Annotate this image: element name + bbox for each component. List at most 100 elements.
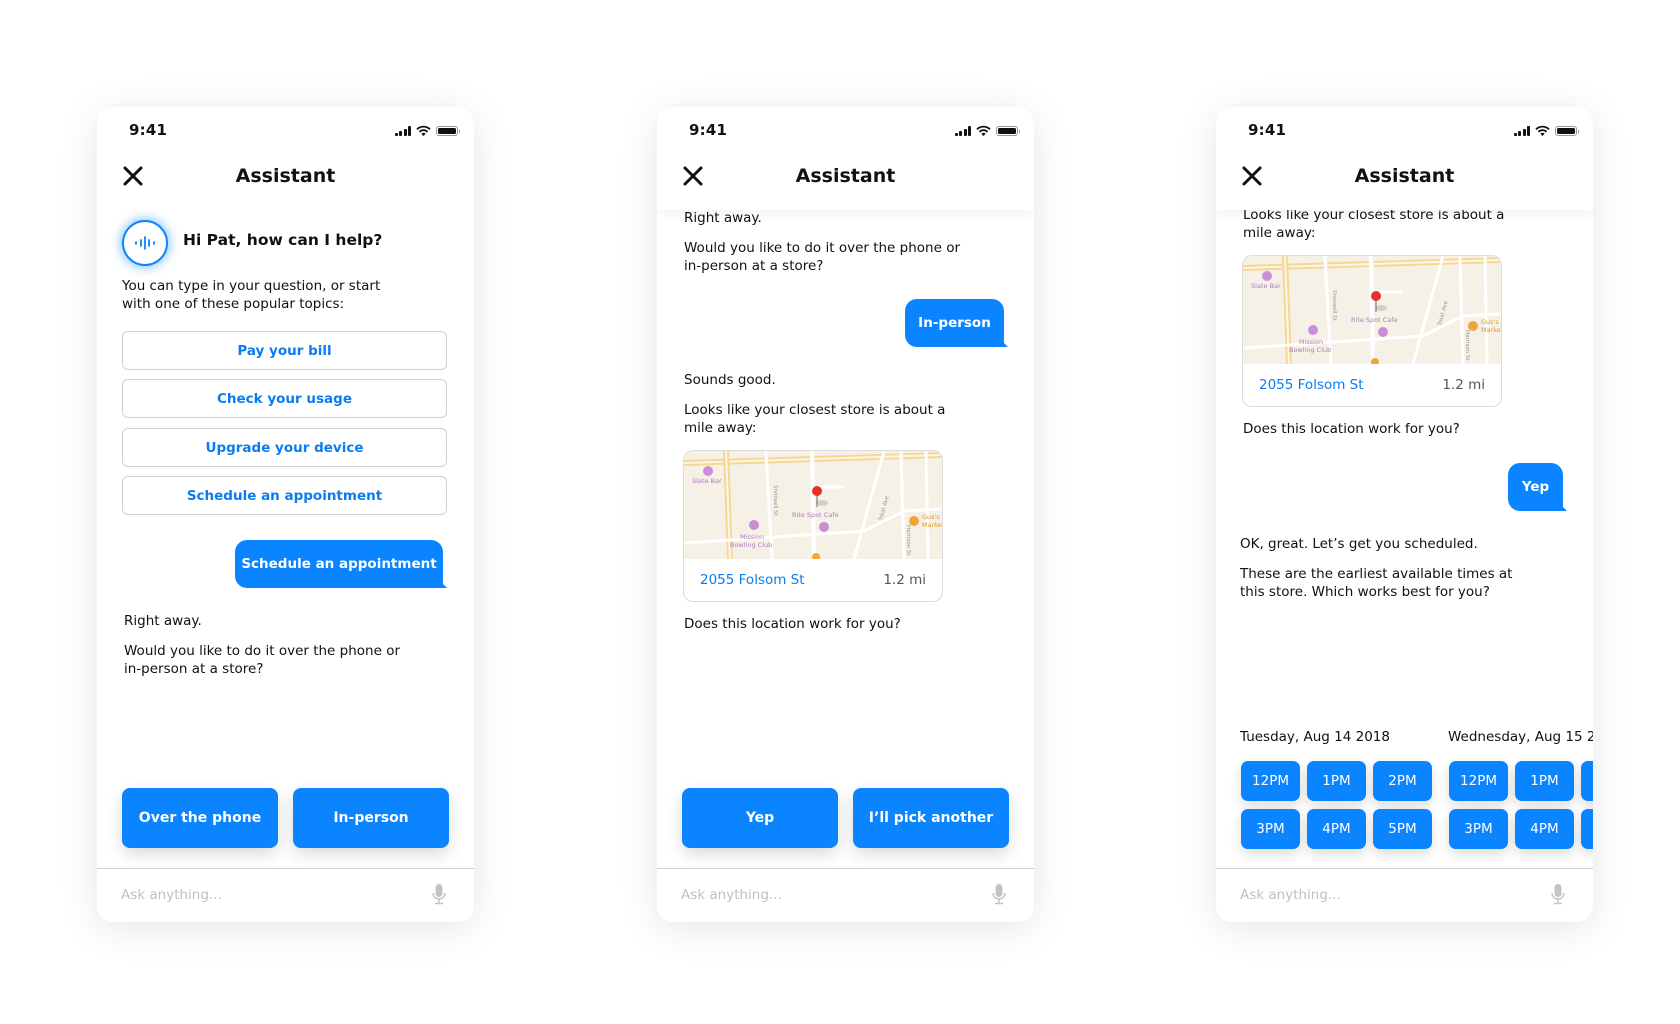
in-person-button[interactable]: In-person bbox=[293, 788, 449, 848]
assistant-message-line-2: this store. Which works best for you? bbox=[1240, 584, 1490, 600]
page-title: Assistant bbox=[235, 165, 336, 187]
battery-icon bbox=[436, 125, 460, 136]
intro-text-line-2: with one of these popular topics: bbox=[122, 296, 345, 312]
map-label-harrison-st: Harrison St bbox=[1464, 330, 1470, 361]
microphone-icon[interactable] bbox=[1551, 883, 1565, 905]
battery-icon bbox=[996, 125, 1020, 136]
time-slot-button[interactable]: 2PM bbox=[1581, 761, 1593, 801]
time-slot-button[interactable]: 3PM bbox=[1449, 809, 1508, 849]
cellular-signal-icon bbox=[394, 125, 411, 136]
greeting: Hi Pat, how can I help? bbox=[183, 231, 383, 249]
phone-screen-2: 9:41 Assistant Right away. Would you lik… bbox=[657, 107, 1034, 922]
map-label-shotwell-st: Shotwell St bbox=[1331, 290, 1337, 322]
map-label-rite-spot-cafe: Rite Spot Cafe bbox=[1351, 316, 1398, 324]
intro-text-line-1: You can type in your question, or start bbox=[122, 278, 381, 294]
topic-check-usage-button[interactable]: Check your usage bbox=[122, 379, 447, 418]
map-label-bowling-club: Bowling Club bbox=[730, 541, 772, 549]
assistant-avatar bbox=[122, 220, 168, 266]
ask-anything-input[interactable] bbox=[681, 884, 971, 906]
phone-screen-3: 9:41 Assistant Looks like your closest s… bbox=[1216, 107, 1593, 922]
svg-text:Market: Market bbox=[1481, 326, 1501, 334]
status-time: 9:41 bbox=[129, 121, 168, 139]
map-label-rite-spot-cafe: Rite Spot Cafe bbox=[792, 511, 839, 519]
map-label-shotwell-st: Shotwell St bbox=[772, 485, 778, 517]
map-pin-icon bbox=[1371, 291, 1381, 301]
assistant-message-line-1: Looks like your closest store is about a bbox=[684, 402, 946, 418]
assistant-message-line-1: Would you like to do it over the phone o… bbox=[124, 643, 401, 659]
map-label-harrison-st: Harrison St bbox=[905, 525, 911, 556]
status-bar: 9:41 bbox=[657, 121, 1034, 141]
map-label-gus-market: Gus's bbox=[922, 513, 940, 521]
map-label-mission: Mission bbox=[1299, 338, 1323, 346]
time-slot-button[interactable]: 4PM bbox=[1515, 809, 1574, 849]
assistant-message: Right away. bbox=[684, 210, 762, 226]
map-label-bowling-club: Bowling Club bbox=[1289, 346, 1331, 354]
map-label-slate-bar: Slate Bar bbox=[1251, 282, 1281, 290]
assistant-message: OK, great. Let’s get you scheduled. bbox=[1240, 536, 1478, 552]
store-map-card[interactable]: Slate Bar Mission Bowling Club Rite Spot… bbox=[1242, 255, 1502, 407]
ask-anything-input[interactable] bbox=[1240, 884, 1530, 906]
wifi-icon bbox=[976, 125, 991, 136]
microphone-icon[interactable] bbox=[432, 883, 446, 905]
user-message-bubble: In-person bbox=[905, 299, 1004, 347]
time-slot-button[interactable]: 4PM bbox=[1307, 809, 1366, 849]
svg-text:Market: Market bbox=[922, 521, 942, 529]
store-map-card[interactable]: Slate Bar Mission Bowling Club Rite Spot… bbox=[683, 450, 943, 602]
status-time: 9:41 bbox=[1248, 121, 1287, 139]
topic-upgrade-device-button[interactable]: Upgrade your device bbox=[122, 428, 447, 467]
battery-icon bbox=[1555, 125, 1579, 136]
assistant-message-line-2: mile away: bbox=[1243, 225, 1316, 241]
header: 9:41 Assistant bbox=[1216, 107, 1593, 210]
assistant-message: Does this location work for you? bbox=[684, 616, 901, 632]
page-title: Assistant bbox=[1354, 165, 1455, 187]
store-map[interactable]: Slate Bar Mission Bowling Club Rite Spot… bbox=[1243, 256, 1501, 364]
user-message-bubble: Schedule an appointment bbox=[235, 540, 443, 588]
topic-pay-bill-button[interactable]: Pay your bill bbox=[122, 331, 447, 370]
time-slot-button[interactable]: 2PM bbox=[1373, 761, 1432, 801]
header: 9:41 Assistant bbox=[97, 107, 474, 210]
header: 9:41 Assistant bbox=[657, 107, 1034, 210]
time-slot-button[interactable]: 12PM bbox=[1449, 761, 1508, 801]
store-distance: 1.2 mi bbox=[1442, 377, 1485, 393]
time-slot-button[interactable]: 12PM bbox=[1241, 761, 1300, 801]
yep-button[interactable]: Yep bbox=[682, 788, 838, 848]
store-distance: 1.2 mi bbox=[883, 572, 926, 588]
ask-anything-input[interactable] bbox=[121, 884, 411, 906]
assistant-message-line-1: These are the earliest available times a… bbox=[1240, 566, 1513, 582]
user-message-bubble: Yep bbox=[1508, 463, 1563, 511]
wifi-icon bbox=[1535, 125, 1550, 136]
input-divider bbox=[97, 868, 474, 869]
store-map[interactable]: Slate Bar Mission Bowling Club Rite Spot… bbox=[684, 451, 942, 559]
time-slot-button[interactable]: 1PM bbox=[1307, 761, 1366, 801]
day-label-tuesday: Tuesday, Aug 14 2018 bbox=[1240, 729, 1390, 745]
store-address-link[interactable]: 2055 Folsom St bbox=[700, 572, 805, 588]
voice-wave-icon bbox=[135, 236, 155, 250]
time-slot-button[interactable]: 5PM bbox=[1581, 809, 1593, 849]
time-slot-button[interactable]: 5PM bbox=[1373, 809, 1432, 849]
phone-screen-1: 9:41 Assistant Hi Pat, how can I help? Y… bbox=[97, 107, 474, 922]
assistant-message-line-2: mile away: bbox=[684, 420, 757, 436]
status-time: 9:41 bbox=[689, 121, 728, 139]
microphone-icon[interactable] bbox=[992, 883, 1006, 905]
assistant-message: Does this location work for you? bbox=[1243, 421, 1460, 437]
time-slot-button[interactable]: 3PM bbox=[1241, 809, 1300, 849]
pick-another-button[interactable]: I’ll pick another bbox=[853, 788, 1009, 848]
map-label-slate-bar: Slate Bar bbox=[692, 477, 722, 485]
cellular-signal-icon bbox=[954, 125, 971, 136]
page-title: Assistant bbox=[795, 165, 896, 187]
topic-schedule-appointment-button[interactable]: Schedule an appointment bbox=[122, 476, 447, 515]
status-bar: 9:41 bbox=[97, 121, 474, 141]
assistant-message-line-1: Would you like to do it over the phone o… bbox=[684, 240, 961, 256]
assistant-message: Right away. bbox=[124, 613, 202, 629]
time-slot-button[interactable]: 1PM bbox=[1515, 761, 1574, 801]
day-label-wednesday: Wednesday, Aug 15 2018 bbox=[1448, 729, 1593, 745]
assistant-message-line-2: in-person at a store? bbox=[124, 661, 264, 677]
assistant-message-line-2: in-person at a store? bbox=[684, 258, 824, 274]
map-label-gus-market: Gus's bbox=[1481, 318, 1499, 326]
cellular-signal-icon bbox=[1513, 125, 1530, 136]
assistant-message: Sounds good. bbox=[684, 372, 776, 388]
over-the-phone-button[interactable]: Over the phone bbox=[122, 788, 278, 848]
input-divider bbox=[1216, 868, 1593, 869]
map-label-mission: Mission bbox=[740, 533, 764, 541]
store-address-link[interactable]: 2055 Folsom St bbox=[1259, 377, 1364, 393]
